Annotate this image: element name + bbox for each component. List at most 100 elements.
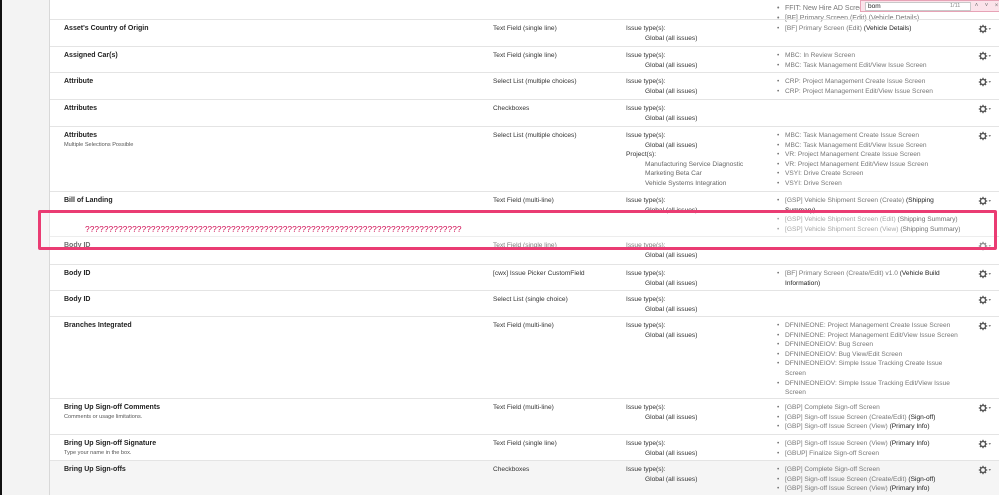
screen-name: DFNINEONEIOV: Bug Screen xyxy=(785,341,874,349)
field-context: Issue type(s): Global (all issues) xyxy=(626,439,697,458)
screen-name: CRP: Project Management Create Issue Scr… xyxy=(785,78,926,85)
browser-frame: FFIT: New Hire AD Screen[BF] Primary Scr… xyxy=(0,0,999,495)
screen-tab: (Sign-off) xyxy=(908,413,936,421)
find-next-icon[interactable]: ˅ xyxy=(982,2,991,11)
annotation-highlight-box: ????????????????????????????????????????… xyxy=(38,210,997,250)
screen-name: [BF] Primary Screen (Create/Edit) v1.0 xyxy=(785,270,900,277)
context-value: Global (all issues) xyxy=(645,305,698,313)
field-screens: [BF] Primary Screen (Edit) (Vehicle Deta… xyxy=(776,24,964,34)
screen-item[interactable]: CRP: Project Management Create Issue Scr… xyxy=(776,77,964,87)
field-name: Attributes xyxy=(64,132,98,139)
field-screens: [GBP] Complete Sign-off Screen [GBP] Sign… xyxy=(776,465,964,494)
field-screens: CRP: Project Management Create Issue Scr… xyxy=(776,77,964,96)
field-type: [cwx] Issue Picker CustomField xyxy=(493,270,585,277)
context-label: Issue type(s): xyxy=(626,52,666,59)
field-row: Bring Up Sign-off Signature Type your nam… xyxy=(50,434,999,460)
field-context: Issue type(s): Global (all issues) xyxy=(626,51,697,70)
context-label: Issue type(s): xyxy=(626,25,666,32)
context-value: Global (all issues) xyxy=(645,141,698,149)
gear-icon[interactable] xyxy=(978,465,992,475)
screen-item[interactable]: [GBP] Complete Sign-off Screen xyxy=(776,465,964,475)
screen-tab: (Vehicle Details) xyxy=(863,25,912,32)
screen-item[interactable]: DFNINEONEIOV: Bug View/Edit Screen xyxy=(776,350,964,360)
context-value: Global (all issues) xyxy=(645,279,698,287)
field-screens: [GBP] Complete Sign-off Screen [GBP] Sign… xyxy=(776,403,964,432)
gear-icon[interactable] xyxy=(978,321,992,331)
screen-item[interactable]: [GBP] Sign-off Issue Screen (View) (Prim… xyxy=(776,484,964,494)
context-label: Issue type(s): xyxy=(626,322,666,329)
screen-item[interactable]: [BF] Primary Screen (Create/Edit) v1.0 (… xyxy=(776,269,964,288)
screen-item[interactable]: VSYI: Drive Create Screen xyxy=(776,169,964,179)
field-row: Attributes Checkboxes Issue type(s): Global… xyxy=(50,99,999,126)
field-type: Select List (multiple choices) xyxy=(493,132,577,139)
screen-name: DFNINEONEIOV: Simple Issue Tracking Edit… xyxy=(785,379,950,397)
screen-name: [GBP] Sign-off Issue Screen (Create/Edit… xyxy=(785,475,909,483)
screen-item[interactable]: [GBP] Sign-off Issue Screen (View) (Prim… xyxy=(776,422,964,432)
screen-name: VSYI: Drive Screen xyxy=(785,179,842,187)
field-row: Assigned Car(s) Text Field (single line) I… xyxy=(50,46,999,72)
screen-item[interactable]: VR: Project Management Edit/View Issue S… xyxy=(776,160,964,170)
field-description: Type your name in the box. xyxy=(64,450,132,456)
screen-name: MBC: Task Management Edit/View Issue Scr… xyxy=(785,141,927,149)
field-context: Issue type(s): Global (all issues) xyxy=(626,269,697,288)
screen-item[interactable]: [GBP] Complete Sign-off Screen xyxy=(776,403,964,413)
find-previous-icon[interactable]: ˄ xyxy=(972,2,981,11)
screen-item[interactable]: MBC: Task Management Edit/View Issue Scr… xyxy=(776,141,964,151)
gear-icon[interactable] xyxy=(978,51,992,61)
context-value: Marketing Beta Car xyxy=(645,170,702,178)
screen-item[interactable]: MBC: In Review Screen xyxy=(776,51,964,61)
find-close-icon[interactable]: × xyxy=(992,2,999,11)
context-label: Issue type(s): xyxy=(626,197,666,204)
field-context: Issue type(s): Global (all issues) xyxy=(626,104,697,123)
field-screens: MBC: In Review Screen MBC: Task Managemen… xyxy=(776,51,964,70)
field-type: Checkboxes xyxy=(493,466,530,473)
screen-item[interactable]: DFNINEONEIOV: Simple Issue Tracking Edit… xyxy=(776,379,964,398)
screen-item[interactable]: [GBP] Sign-off Issue Screen (View) (Prim… xyxy=(776,439,964,449)
screen-item[interactable]: DFNINEONE: Project Management Create Iss… xyxy=(776,321,964,331)
field-name: Body ID xyxy=(64,270,91,277)
screen-name: MBC: Task Management Edit/View Issue Scr… xyxy=(785,61,927,69)
screen-item[interactable]: VSYI: Drive Screen xyxy=(776,179,964,189)
screen-name: MBC: Task Management Create Issue Screen xyxy=(785,132,920,139)
screen-name: DFNINEONE: Project Management Edit/View … xyxy=(785,331,958,339)
context-value: Global (all issues) xyxy=(645,87,698,95)
field-type: Checkboxes xyxy=(493,105,530,112)
field-name: Body ID xyxy=(64,296,91,303)
screen-item[interactable]: [BF] Primary Screen (Edit) (Vehicle Deta… xyxy=(776,24,964,34)
screen-name: [GBP] Complete Sign-off Screen xyxy=(785,404,880,411)
gear-icon[interactable] xyxy=(978,104,992,114)
screen-name: DFNINEONEIOV: Simple Issue Tracking Crea… xyxy=(785,360,943,377)
gear-icon[interactable] xyxy=(978,439,992,449)
screen-item[interactable]: MBC: Task Management Create Issue Screen xyxy=(776,131,964,141)
field-row: Body ID Select List (single choice) Issue … xyxy=(50,290,999,316)
screen-item[interactable]: DFNINEONEIOV: Bug Screen xyxy=(776,340,964,350)
screen-item[interactable]: MBC: Task Management Edit/View Issue Scr… xyxy=(776,61,964,71)
field-name: Assigned Car(s) xyxy=(64,52,118,59)
context-label: Issue type(s): xyxy=(626,440,666,447)
field-type: Text Field (multi-line) xyxy=(493,197,554,204)
context-label: Issue type(s): xyxy=(626,270,666,277)
garbled-annotation-text: ????????????????????????????????????????… xyxy=(85,224,462,234)
gear-icon[interactable] xyxy=(978,403,992,413)
field-type: Text Field (single line) xyxy=(493,52,557,59)
screen-item[interactable]: [GBUP] Finalize Sign-off Screen xyxy=(776,449,964,459)
gear-icon[interactable] xyxy=(978,131,992,141)
context-label: Issue type(s): xyxy=(626,78,666,85)
screen-item[interactable]: [GBP] Sign-off Issue Screen (Create/Edit… xyxy=(776,413,964,423)
screen-item[interactable]: CRP: Project Management Edit/View Issue … xyxy=(776,87,964,97)
find-match-count: 1/11 xyxy=(950,3,961,9)
gear-icon[interactable] xyxy=(978,77,992,87)
gear-icon[interactable] xyxy=(978,196,992,206)
screen-tab: (Primary Info) xyxy=(889,423,930,431)
context-label: Issue type(s): xyxy=(626,466,666,473)
field-type: Text Field (multi-line) xyxy=(493,404,554,411)
screen-item[interactable]: [GBP] Sign-off Issue Screen (Create/Edit… xyxy=(776,475,964,485)
gear-icon[interactable] xyxy=(978,295,992,305)
gear-icon[interactable] xyxy=(978,24,992,34)
context-value: Global (all issues) xyxy=(645,34,698,42)
screen-item[interactable]: DFNINEONEIOV: Simple Issue Tracking Crea… xyxy=(776,359,964,378)
screen-item[interactable]: VR: Project Management Create Issue Scre… xyxy=(776,150,964,160)
context-value: Global (all issues) xyxy=(645,449,698,457)
gear-icon[interactable] xyxy=(978,269,992,279)
screen-item[interactable]: DFNINEONE: Project Management Edit/View … xyxy=(776,331,964,341)
